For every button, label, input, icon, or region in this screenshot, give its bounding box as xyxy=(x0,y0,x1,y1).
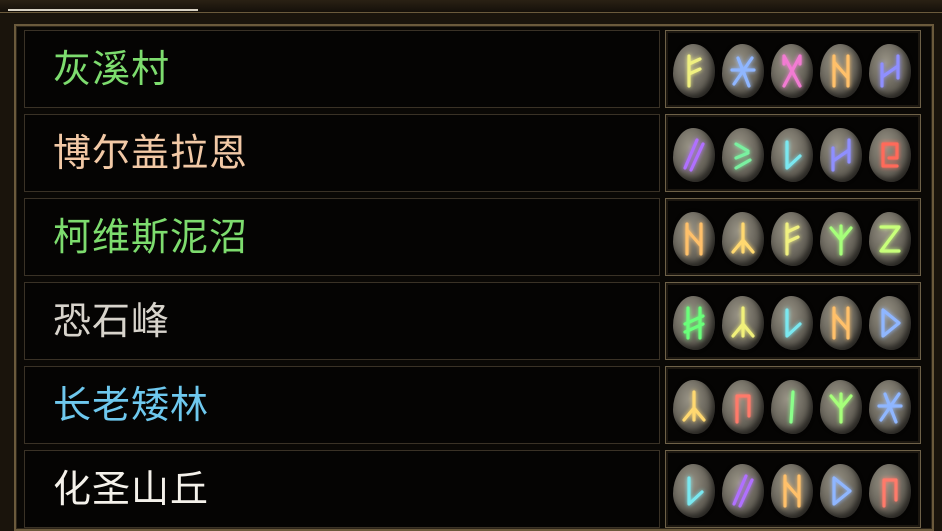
location-name: 灰溪村 xyxy=(53,47,171,91)
rune-arrow-icon xyxy=(673,44,715,98)
rune-cross-icon xyxy=(869,380,911,434)
rune-ladder-icon xyxy=(673,296,715,350)
rune-arrow-icon-glyph xyxy=(687,54,702,88)
rune-triangle-icon xyxy=(869,296,911,350)
rune-cross-icon-glyph xyxy=(877,392,903,424)
location-name-box: 恐石峰 xyxy=(24,282,660,360)
rune-lambda-icon-glyph xyxy=(682,390,706,422)
rune-v-icon-glyph xyxy=(687,476,704,506)
location-row[interactable]: 柯维斯泥沼 xyxy=(24,198,930,278)
location-row[interactable]: 博尔盖拉恩 xyxy=(24,114,930,194)
rune-n-icon xyxy=(673,212,715,266)
rune-psi-icon-glyph xyxy=(829,392,853,424)
rune-n-icon xyxy=(820,44,862,98)
location-name-box: 长老矮林 xyxy=(24,366,660,444)
rune-n-icon-glyph xyxy=(783,474,801,508)
location-name-box: 博尔盖拉恩 xyxy=(24,114,660,192)
location-name-box: 柯维斯泥沼 xyxy=(24,198,660,276)
rune-sequence xyxy=(665,450,921,528)
location-name-box: 化圣山丘 xyxy=(24,450,660,528)
location-name: 化圣山丘 xyxy=(53,467,210,511)
rune-lambda-icon xyxy=(722,212,764,266)
rune-triangle-icon-glyph xyxy=(881,308,901,338)
location-name: 柯维斯泥沼 xyxy=(53,215,249,259)
rune-flag-icon-glyph xyxy=(882,478,898,508)
rune-bar-icon xyxy=(771,380,813,434)
rune-sequence xyxy=(665,30,921,108)
rune-h-icon xyxy=(869,44,911,98)
rune-h-icon-glyph xyxy=(880,54,900,88)
rune-lambda-icon xyxy=(722,296,764,350)
rune-h-icon-glyph xyxy=(831,138,851,172)
location-name-box: 灰溪村 xyxy=(24,30,660,108)
rune-triangle-icon xyxy=(820,464,862,518)
rune-n-icon-glyph xyxy=(685,222,703,256)
rune-v-icon xyxy=(771,128,813,182)
rune-sequence xyxy=(665,282,921,360)
rune-ladder-icon-glyph xyxy=(683,306,705,340)
selected-tab-indicator[interactable] xyxy=(8,0,198,11)
rune-cross-icon-glyph xyxy=(730,56,756,88)
rune-n-icon xyxy=(771,464,813,518)
top-bar xyxy=(0,0,942,13)
location-row[interactable]: 恐石峰 xyxy=(24,282,930,362)
rune-flag-icon xyxy=(722,380,764,434)
rune-zig-icon xyxy=(722,128,764,182)
rune-v-icon-glyph xyxy=(785,308,802,338)
location-row[interactable]: 长老矮林 xyxy=(24,366,930,446)
rune-v-icon-glyph xyxy=(785,140,802,170)
rune-curl-icon-glyph xyxy=(881,142,899,168)
location-row[interactable]: 灰溪村 xyxy=(24,30,930,110)
location-name: 恐石峰 xyxy=(53,299,171,343)
rune-x-icon-glyph xyxy=(782,54,802,88)
rune-triangle-icon-glyph xyxy=(832,476,852,506)
rune-v-icon xyxy=(673,464,715,518)
rune-sequence xyxy=(665,198,921,276)
rune-h-icon xyxy=(820,128,862,182)
rune-psi-icon-glyph xyxy=(829,224,853,256)
rune-lambda-icon xyxy=(673,380,715,434)
rune-psi-icon xyxy=(820,380,862,434)
rune-double-slash-icon-glyph xyxy=(683,138,705,172)
rune-arrow-icon xyxy=(771,212,813,266)
rune-arrow-icon-glyph xyxy=(785,222,800,256)
rune-lambda-icon-glyph xyxy=(731,306,755,338)
rune-zig-icon-glyph xyxy=(734,142,752,170)
rune-x-icon xyxy=(771,44,813,98)
rune-n-icon-glyph xyxy=(832,54,850,88)
rune-n-icon xyxy=(820,296,862,350)
rune-z-icon-glyph xyxy=(879,225,901,253)
rune-lambda-icon-glyph xyxy=(731,222,755,254)
location-name: 博尔盖拉恩 xyxy=(53,131,249,175)
rune-n-icon-glyph xyxy=(832,306,850,340)
location-row[interactable]: 化圣山丘 xyxy=(24,450,930,530)
location-name: 长老矮林 xyxy=(53,383,210,427)
rune-location-panel: 灰溪村博尔盖拉恩柯维斯泥沼恐石峰长老矮林化圣山丘 xyxy=(14,24,934,531)
rune-cross-icon xyxy=(722,44,764,98)
rune-sequence xyxy=(665,114,921,192)
rune-double-slash-icon xyxy=(673,128,715,182)
rune-bar-icon-glyph xyxy=(789,390,795,424)
rune-flag-icon-glyph xyxy=(735,394,751,424)
rune-flag-icon xyxy=(869,464,911,518)
rune-psi-icon xyxy=(820,212,862,266)
rune-sequence xyxy=(665,366,921,444)
rune-double-slash-icon xyxy=(722,464,764,518)
rune-v-icon xyxy=(771,296,813,350)
rune-z-icon xyxy=(869,212,911,266)
rune-curl-icon xyxy=(869,128,911,182)
rune-double-slash-icon-glyph xyxy=(732,474,754,508)
